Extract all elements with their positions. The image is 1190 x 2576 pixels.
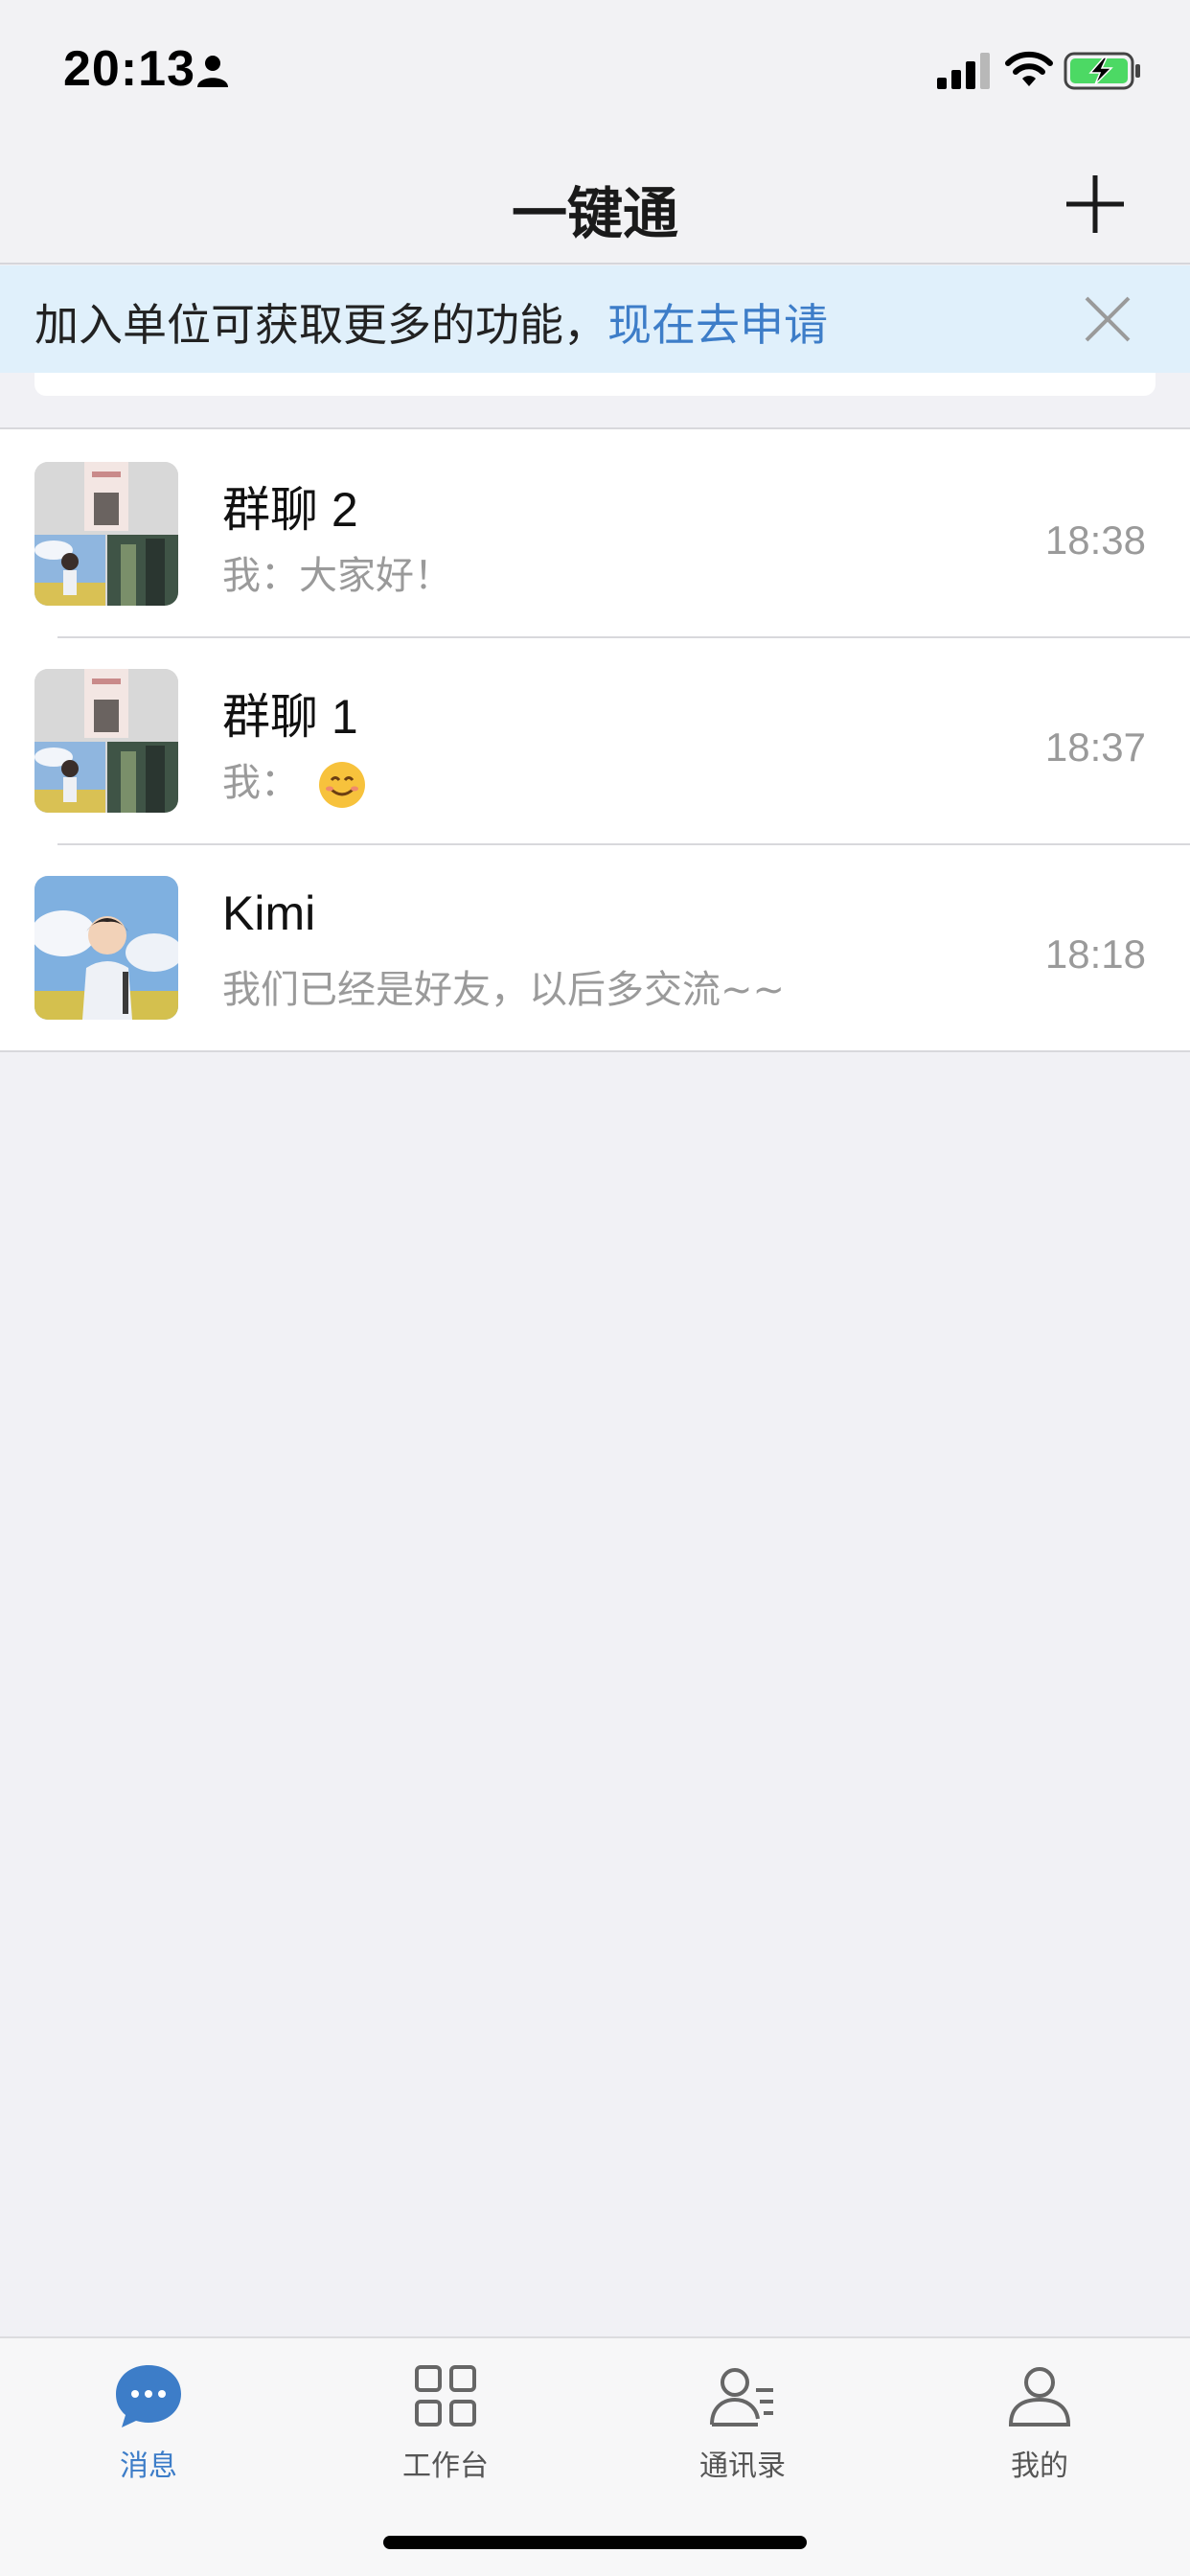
apply-now-link[interactable]: 现在去申请 [607,299,828,351]
tab-label: 消息 [120,2450,177,2483]
chat-name: 群聊 2 [222,483,358,537]
status-bar: 20:13 [0,0,1190,144]
status-time: 20:13 [63,41,195,97]
navigation-header: 一键通 [0,144,1190,264]
anime-boy-avatar [34,876,178,1020]
chat-item-kimi[interactable]: Kimi 我们已经是好友，以后多交流~~ 18:18 [0,843,1190,1050]
contacts-icon [710,2368,773,2426]
tab-contacts[interactable]: 通讯录 [594,2361,891,2505]
chat-preview: 我： [222,751,367,810]
signal-icon [937,53,990,89]
tab-label: 通讯录 [699,2450,786,2483]
tab-label: 工作台 [402,2450,489,2483]
tab-label: 我的 [1011,2450,1068,2483]
page-title: 一键通 [511,181,678,246]
chat-item-group-1[interactable]: 群聊 1 我： 18:37 [0,636,1190,843]
grid-icon [415,2365,476,2426]
group-avatar [34,669,178,813]
wifi-icon [1005,51,1053,86]
smiling-face-emoji [318,762,365,808]
banner-text: 加入单位可获取更多的功能， [34,299,607,351]
group-avatar [34,462,178,606]
tab-messages[interactable]: 消息 [0,2361,297,2505]
chat-name: 群聊 1 [222,690,358,744]
chat-list: 群聊 2 我：大家好！ 18:38 群聊 1 我： 18:37 Kimi 我们已… [0,427,1190,1052]
chat-item-group-2[interactable]: 群聊 2 我：大家好！ 18:38 [0,429,1190,636]
tab-me[interactable]: 我的 [891,2361,1188,2505]
search-bar-stub [34,373,1156,396]
chat-time: 18:37 [1044,724,1146,770]
close-icon[interactable] [1083,294,1133,344]
chat-preview: 我们已经是好友，以后多交流~~ [222,968,786,1012]
chat-preview-text: 我： [222,761,299,805]
join-unit-banner: 加入单位可获取更多的功能，现在去申请 [0,265,1190,373]
tab-workbench[interactable]: 工作台 [297,2361,594,2505]
battery-charging-icon [1064,52,1140,90]
chat-name: Kimi [222,886,316,940]
chat-time: 18:18 [1044,932,1146,977]
home-indicator[interactable] [383,2536,807,2549]
chat-bubble-icon [116,2365,181,2427]
person-icon [197,56,228,87]
chat-preview: 我：大家好！ [222,554,452,598]
banner-message: 加入单位可获取更多的功能，现在去申请 [34,290,828,354]
profile-icon [1008,2367,1071,2426]
screen: 20:13 一键通 加入单位可获取更多的功能，现在去申请 群聊 2 我：大家好！… [0,0,1190,2576]
plus-icon[interactable] [1062,171,1129,238]
chat-time: 18:38 [1044,518,1146,563]
